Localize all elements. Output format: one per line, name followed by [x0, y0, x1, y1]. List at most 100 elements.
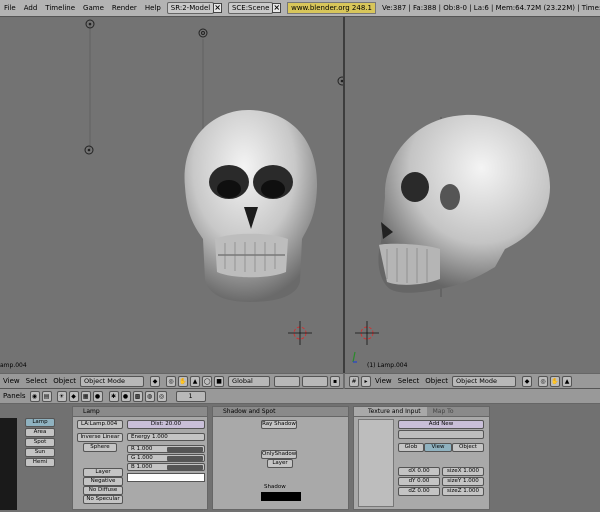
texture-flags[interactable]	[398, 430, 484, 439]
menu-add[interactable]: Add	[24, 4, 38, 12]
viewport-front[interactable]: amp.004	[0, 17, 343, 373]
lamp-type-hemi[interactable]: Hemi	[25, 458, 55, 467]
menu-timeline[interactable]: Timeline	[45, 4, 75, 12]
frame-field[interactable]: 1	[175, 390, 206, 402]
lamp-name-field[interactable]: LA:Lamp.004	[77, 420, 123, 429]
sizex-field[interactable]: sizeX 1.000	[442, 467, 484, 476]
pivot-icon[interactable]: ◎	[166, 375, 177, 387]
panel-title[interactable]: Lamp	[73, 407, 207, 417]
only-shadow-toggle[interactable]: OnlyShadow	[261, 450, 297, 459]
shading-icon[interactable]: ☀	[56, 390, 67, 402]
add-new-button[interactable]: Add New	[398, 420, 484, 429]
glob-label: Glob	[404, 444, 418, 450]
object-toggle[interactable]: Object	[452, 443, 484, 452]
draw-type-icon[interactable]: ◆	[150, 375, 161, 387]
object-icon[interactable]: ◆	[68, 390, 79, 402]
manipulator-icon[interactable]: ✋	[178, 375, 189, 387]
radio-icon[interactable]: ◍	[144, 390, 155, 402]
translate-icon[interactable]: ▲	[190, 375, 201, 387]
logic-icon[interactable]: ◉	[29, 390, 40, 402]
collapse-icon[interactable]: ▸	[361, 375, 371, 387]
lamp-buttons-icon[interactable]: ✱	[108, 390, 119, 402]
view-toggle[interactable]: View	[424, 443, 452, 452]
screen-selector[interactable]: SR:2-Model	[166, 2, 215, 14]
active-object-label: (1) Lamp.004	[367, 362, 408, 369]
editing-icon[interactable]: ▦	[80, 390, 91, 402]
dz-field[interactable]: dZ 0.00	[398, 487, 440, 496]
scene-icon[interactable]: ●	[92, 390, 103, 402]
lamp-type-spot[interactable]: Spot	[25, 438, 55, 447]
mode-select[interactable]: Object Mode	[80, 375, 145, 387]
energy-slider[interactable]: Energy 1.000	[127, 433, 205, 441]
blender-url[interactable]: www.blender.org 248.1	[287, 2, 376, 14]
menu-select[interactable]: Select	[398, 377, 420, 385]
scene-selector[interactable]: SCE:Scene	[227, 2, 274, 14]
falloff-select[interactable]: Inverse Linear	[77, 433, 123, 442]
screen-name: SR:2-Model	[170, 4, 211, 12]
ray-shadow-toggle[interactable]: Ray Shadow	[261, 420, 297, 429]
menu-game[interactable]: Game	[83, 4, 104, 12]
panels-label: Panels	[3, 392, 26, 400]
translate-icon[interactable]: ▲	[562, 375, 573, 387]
lamp-icon[interactable]	[198, 28, 208, 38]
mode-select[interactable]: Object Mode	[452, 375, 517, 387]
mode-value: Object Mode	[84, 377, 125, 385]
tab-map-to[interactable]: Map To	[427, 407, 460, 416]
pivot-icon[interactable]: ◎	[538, 375, 549, 387]
sphere-toggle[interactable]: Sphere	[83, 443, 117, 452]
shadow-color-swatch[interactable]	[261, 492, 301, 501]
menu-view[interactable]: View	[3, 377, 20, 385]
layer-toggle[interactable]: Layer	[83, 468, 123, 477]
glob-toggle[interactable]: Glob	[398, 443, 424, 452]
panel-title[interactable]: Shadow and Spot	[213, 407, 348, 417]
skull-mesh-side[interactable]	[378, 114, 550, 293]
falloff-value: Inverse Linear	[80, 434, 120, 440]
viewport-side[interactable]: (1) Lamp.004	[345, 17, 600, 373]
shadow-layer-toggle[interactable]: Layer	[267, 459, 293, 468]
texture-icon[interactable]: ▩	[132, 390, 143, 402]
scale-icon[interactable]: ■	[214, 375, 225, 387]
menu-object[interactable]: Object	[425, 377, 448, 385]
dx-field[interactable]: dX 0.00	[398, 467, 440, 476]
tab-texture-input[interactable]: Texture and Input	[354, 407, 427, 416]
axis-gizmo-icon	[352, 351, 357, 363]
menu-file[interactable]: File	[4, 4, 16, 12]
layer-buttons[interactable]	[274, 375, 301, 387]
world-icon[interactable]: ◎	[156, 390, 167, 402]
dy-field[interactable]: dY 0.00	[398, 477, 440, 486]
mode-value: Object Mode	[456, 377, 497, 385]
menu-select[interactable]: Select	[26, 377, 48, 385]
lamp-type-area[interactable]: Area	[25, 428, 55, 437]
draw-type-icon[interactable]: ◆	[522, 375, 533, 387]
color-swatch[interactable]	[127, 473, 205, 482]
lock-icon[interactable]: ▪	[330, 375, 341, 387]
skull-mesh-front[interactable]	[184, 109, 318, 303]
menu-render[interactable]: Render	[112, 4, 137, 12]
no-diffuse-toggle[interactable]: No Diffuse	[83, 486, 123, 495]
sizez-value: sizeZ 1.000	[447, 488, 479, 494]
orientation-select[interactable]: Global	[228, 375, 271, 387]
sizex-value: sizeX 1.000	[447, 468, 479, 474]
menu-object[interactable]: Object	[53, 377, 76, 385]
window-type-icon[interactable]: #	[349, 375, 359, 387]
layer-buttons[interactable]	[302, 375, 329, 387]
material-icon[interactable]: ●	[120, 390, 131, 402]
sizey-field[interactable]: sizeY 1.000	[442, 477, 484, 486]
script-icon[interactable]: ▤	[41, 390, 52, 402]
dist-field[interactable]: Dist: 20.00	[127, 420, 205, 429]
sizez-field[interactable]: sizeZ 1.000	[442, 487, 484, 496]
close-icon[interactable]: ×	[272, 3, 282, 13]
shadow-layer-label: Layer	[272, 460, 288, 466]
negative-toggle[interactable]: Negative	[83, 477, 123, 486]
menu-view[interactable]: View	[375, 377, 392, 385]
manipulator-icon[interactable]: ✋	[550, 375, 561, 387]
texture-channel-list[interactable]	[358, 419, 394, 507]
no-specular-toggle[interactable]: No Specular	[83, 495, 123, 504]
lamp-type-sun[interactable]: Sun	[25, 448, 55, 457]
lamp-icon[interactable]	[84, 145, 94, 155]
menu-help[interactable]: Help	[145, 4, 161, 12]
lamp-type-label: Lamp	[32, 419, 48, 425]
close-icon[interactable]: ×	[213, 3, 222, 13]
rotate-icon[interactable]: ◯	[202, 375, 213, 387]
lamp-type-lamp[interactable]: Lamp	[25, 418, 55, 427]
